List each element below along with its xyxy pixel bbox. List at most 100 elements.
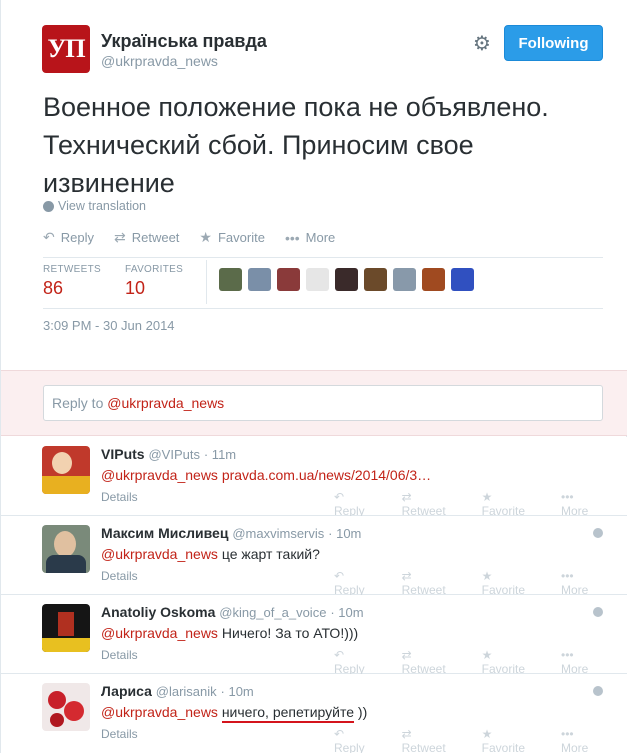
reply-header: Anatoliy Oskoma @king_of_a_voice · 10m (101, 604, 364, 620)
favorite-action[interactable]: ★ Favorite (482, 569, 543, 597)
globe-icon (593, 686, 603, 696)
reply-body: )) (354, 704, 368, 720)
avatar-detail (42, 638, 90, 652)
avatar-detail (58, 612, 74, 636)
reply-mention[interactable]: @ukrpravda_news (101, 467, 218, 483)
reply-body: Ничего! За то АТО!))) (217, 625, 359, 641)
reply-name[interactable]: Лариса (101, 683, 152, 699)
engager-avatar[interactable] (422, 268, 445, 291)
more-action[interactable]: ••• More (561, 569, 610, 597)
reply-actions: ↶ Reply ⇄ Retweet ★ Favorite ••• More (334, 569, 627, 597)
more-action[interactable]: ••• More (561, 490, 610, 518)
reply-label: Reply (334, 741, 365, 753)
view-translation-link[interactable]: View translation (43, 199, 146, 213)
favorites-stat[interactable]: FAVORITES 10 (125, 264, 183, 299)
reply-mention[interactable]: @ukrpravda_news (101, 546, 218, 562)
retweets-stat[interactable]: RETWEETS 86 (43, 264, 101, 299)
engager-avatar[interactable] (364, 268, 387, 291)
reply-mention[interactable]: @ukrpravda_news (101, 625, 218, 641)
engager-avatars (219, 268, 480, 291)
tweet-permalink-frame: УП Українська правда @ukrpravda_news ⚙ F… (0, 0, 627, 753)
reply-tweet[interactable]: VIPuts @VIPuts · 11m @ukrpravda_news pra… (1, 437, 627, 518)
retweet-icon: ⇄ (113, 229, 126, 245)
reply-action[interactable]: ↶ Reply (334, 727, 384, 753)
avatar[interactable] (42, 604, 90, 652)
details-link[interactable]: Details (101, 648, 138, 662)
reply-prefix: Reply to (52, 395, 108, 411)
author-screenname[interactable]: @ukrpravda_news (101, 53, 218, 69)
more-action[interactable]: ••• More (561, 727, 610, 753)
author-fullname[interactable]: Українська правда (101, 31, 267, 52)
author-avatar[interactable]: УП (42, 25, 90, 73)
reply-mention[interactable]: @ukrpravda_news (101, 704, 218, 720)
retweet-action[interactable]: ⇄ Retweet (402, 648, 464, 676)
details-link[interactable]: Details (101, 490, 138, 504)
reply-action[interactable]: ↶ Reply (334, 648, 384, 676)
avatar-detail (52, 452, 72, 474)
details-link[interactable]: Details (101, 727, 138, 741)
retweets-label: RETWEETS (43, 264, 101, 275)
reply-screenname[interactable]: @maxvimservis (232, 526, 324, 541)
avatar-detail (42, 476, 90, 494)
favorite-action[interactable]: ★ Favorite (199, 229, 265, 246)
reply-header: VIPuts @VIPuts · 11m (101, 446, 236, 462)
reply-screenname[interactable]: @king_of_a_voice (219, 605, 326, 620)
engager-avatar[interactable] (335, 268, 358, 291)
avatar[interactable] (42, 525, 90, 573)
reply-header: Лариса @larisanik · 10m (101, 683, 254, 699)
more-action[interactable]: ••• More (561, 648, 610, 676)
reply-action[interactable]: ↶ Reply (334, 490, 384, 518)
star-icon: ★ (199, 229, 212, 245)
reply-name[interactable]: Anatoliy Oskoma (101, 604, 215, 620)
reply-tweet[interactable]: Максим Мисливец @maxvimservis · 10m @ukr… (1, 516, 627, 597)
engager-avatar[interactable] (451, 268, 474, 291)
view-translation-label: View translation (58, 199, 147, 213)
reply-tweet[interactable]: Лариса @larisanik · 10m @ukrpravda_news … (1, 674, 627, 753)
retweet-action[interactable]: ⇄ Retweet (114, 229, 179, 246)
gear-icon[interactable]: ⚙ (471, 33, 493, 55)
avatar-detail (54, 531, 76, 557)
reply-text: @ukrpravda_news Ничего! За то АТО!))) (101, 625, 358, 641)
globe-icon (43, 200, 54, 212)
reply-body-underlined: ничего, репетируйте (221, 704, 355, 723)
tweet-header: УП Українська правда @ukrpravda_news ⚙ F… (1, 0, 627, 370)
reply-link[interactable]: pravda.com.ua/news/2014/06/3… (218, 467, 431, 483)
ellipsis-icon: ••• (284, 229, 300, 246)
reply-text: @ukrpravda_news pravda.com.ua/news/2014/… (101, 467, 431, 483)
engager-avatar[interactable] (219, 268, 242, 291)
favorite-action[interactable]: ★ Favorite (482, 648, 543, 676)
favorite-label: Favorite (217, 230, 265, 245)
more-action[interactable]: ••• More (285, 230, 335, 246)
reply-input[interactable]: Reply to @ukrpravda_news (43, 385, 603, 421)
divider (43, 257, 603, 258)
following-button[interactable]: Following (504, 25, 603, 61)
reply-time[interactable]: · 10m (328, 526, 361, 541)
reply-time[interactable]: · 10m (330, 605, 363, 620)
reply-screenname[interactable]: @VIPuts (148, 447, 200, 462)
reply-text: @ukrpravda_news це жарт такий? (101, 546, 320, 562)
avatar[interactable] (42, 683, 90, 731)
engager-avatar[interactable] (277, 268, 300, 291)
favorite-action[interactable]: ★ Favorite (482, 727, 543, 753)
engager-avatar[interactable] (306, 268, 329, 291)
reply-action[interactable]: ↶ Reply (334, 569, 384, 597)
reply-screenname[interactable]: @larisanik (156, 684, 217, 699)
retweet-action[interactable]: ⇄ Retweet (402, 727, 464, 753)
tweet-timestamp[interactable]: 3:09 PM - 30 Jun 2014 (43, 318, 175, 333)
reply-time[interactable]: · 10m (221, 684, 254, 699)
engager-avatar[interactable] (248, 268, 271, 291)
avatar[interactable] (42, 446, 90, 494)
favorite-action[interactable]: ★ Favorite (482, 490, 543, 518)
retweets-count: 86 (43, 278, 64, 298)
details-link[interactable]: Details (101, 569, 138, 583)
reply-action[interactable]: ↶ Reply (43, 229, 94, 246)
more-label: More (305, 230, 336, 245)
avatar-detail (46, 555, 86, 573)
retweet-action[interactable]: ⇄ Retweet (402, 490, 464, 518)
reply-name[interactable]: Максим Мисливец (101, 525, 228, 541)
retweet-action[interactable]: ⇄ Retweet (402, 569, 464, 597)
reply-tweet[interactable]: Anatoliy Oskoma @king_of_a_voice · 10m @… (1, 595, 627, 676)
reply-name[interactable]: VIPuts (101, 446, 145, 462)
engager-avatar[interactable] (393, 268, 416, 291)
reply-time[interactable]: · 11m (204, 447, 236, 462)
